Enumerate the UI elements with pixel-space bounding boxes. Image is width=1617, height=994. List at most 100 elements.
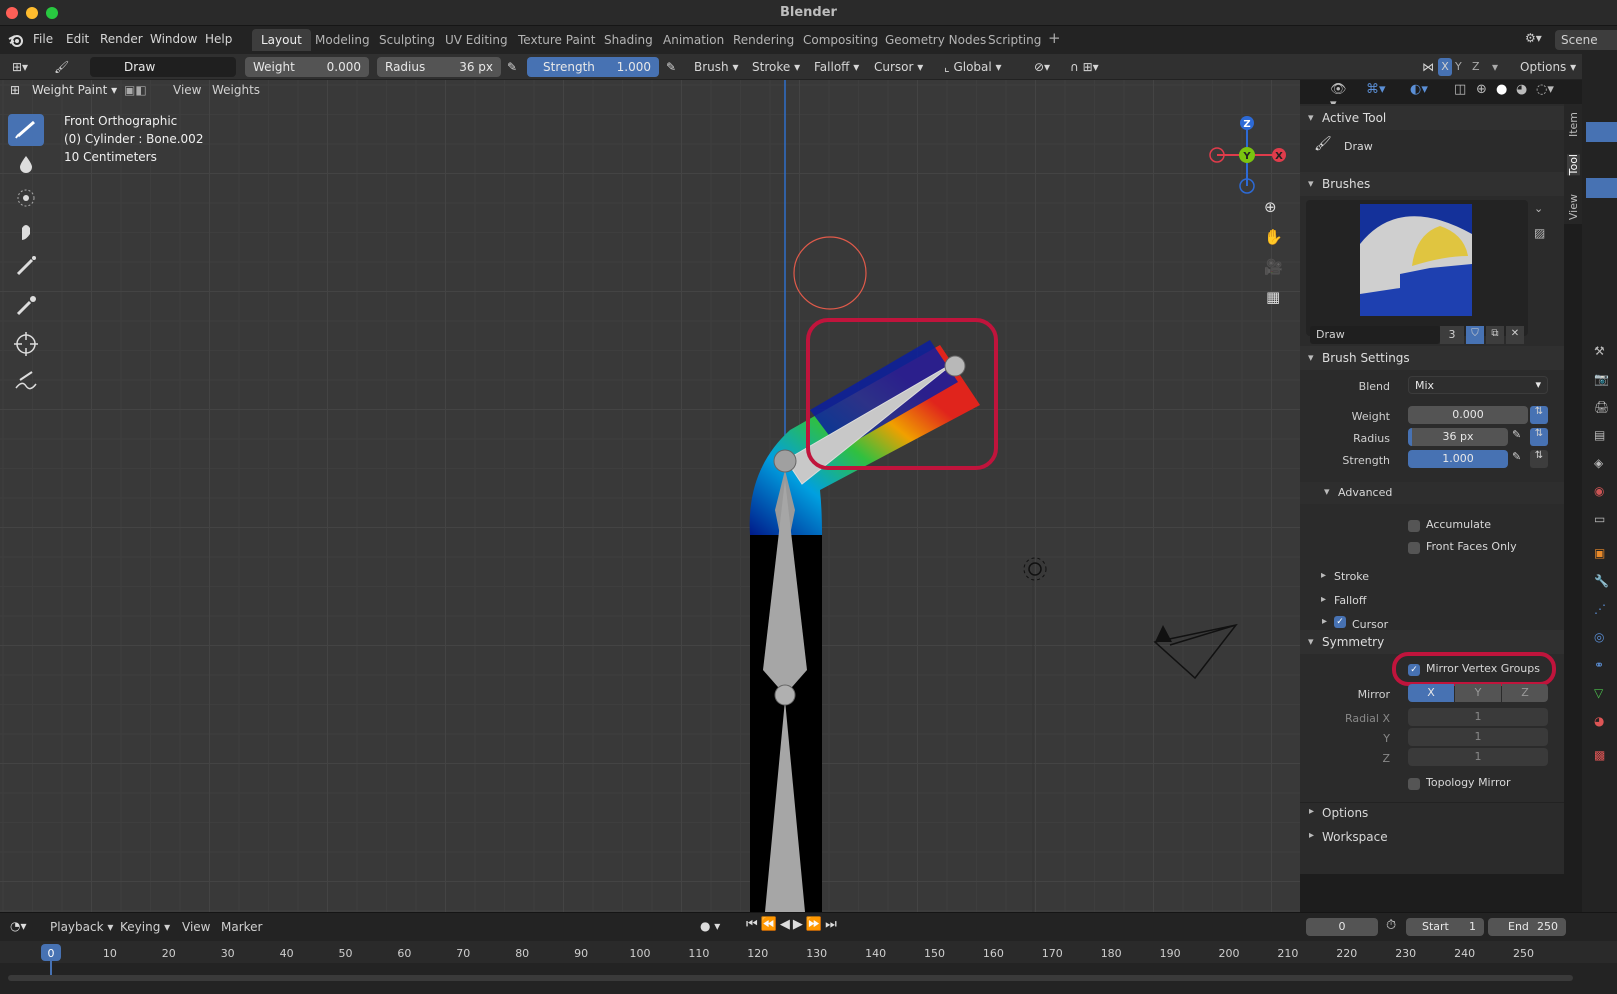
modifier-wrench-icon[interactable]: 🔧 (1594, 574, 1609, 588)
mirror-vertex-groups-checkbox[interactable]: ✓ (1408, 664, 1420, 676)
sidebar-tab-item[interactable]: Item (1567, 112, 1580, 137)
mirror-options-chevron-icon[interactable]: ▾ (1488, 57, 1502, 77)
timeline-editor-type-icon[interactable]: ◔▾ (10, 919, 27, 933)
radius-pressure-setting-icon[interactable]: ✎ (1512, 428, 1521, 441)
properties-active-tab[interactable] (1586, 122, 1617, 142)
symmetry-mirror-z[interactable]: Z (1502, 684, 1548, 702)
radial-y-field[interactable]: 1 (1408, 728, 1548, 746)
scene-props-icon[interactable]: ◈ (1594, 456, 1603, 470)
mirror-x-toggle[interactable]: X (1438, 58, 1452, 76)
symmetry-mirror-y[interactable]: Y (1455, 684, 1501, 702)
tab-shading[interactable]: Shading (595, 29, 662, 51)
snap-icon[interactable]: ∩ ⊞▾ (1066, 57, 1103, 77)
menu-edit[interactable]: Edit (66, 32, 89, 46)
timeline-menu-playback[interactable]: Playback ▾ (50, 920, 113, 934)
shading-solid-icon[interactable]: ● (1496, 82, 1507, 97)
menu-window[interactable]: Window (150, 32, 197, 46)
brush-image-icon[interactable]: ▨ (1534, 226, 1545, 240)
tool-cursor[interactable] (8, 328, 44, 360)
brush-datablock-name[interactable]: Draw (1310, 326, 1440, 344)
physics-icon[interactable]: ◎ (1594, 630, 1604, 644)
bone-head-joint[interactable] (773, 449, 797, 473)
tab-modeling[interactable]: Modeling (306, 29, 379, 51)
tab-rendering[interactable]: Rendering (724, 29, 803, 51)
collection-icon[interactable]: ▭ (1594, 512, 1605, 526)
weight-unified-icon[interactable]: ⇅ (1530, 406, 1548, 424)
scene-selector-icon[interactable]: ⚙▾ (1525, 31, 1542, 45)
tab-animation[interactable]: Animation (654, 29, 733, 51)
tool-props-icon[interactable]: ⚒ (1594, 344, 1605, 358)
brush-user-count[interactable]: 3 (1440, 326, 1464, 344)
current-frame-field[interactable]: 0 (1306, 918, 1378, 936)
gizmo-toggle-icon[interactable]: ⌘▾ (1366, 82, 1386, 97)
bone-lower-joint[interactable] (774, 684, 796, 706)
subpanel-stroke[interactable]: Stroke (1321, 570, 1369, 583)
tab-layout[interactable]: Layout (252, 29, 311, 51)
panel-header-brush-settings[interactable]: Brush Settings (1300, 346, 1564, 370)
particles-icon[interactable]: ⋰ (1594, 602, 1606, 616)
tool-average[interactable] (8, 182, 44, 214)
mirror-z-toggle[interactable]: Z (1472, 60, 1480, 73)
zoom-icon[interactable]: ⊕ (1264, 198, 1277, 216)
falloff-menu[interactable]: Falloff ▾ (810, 57, 863, 77)
duplicate-brush-icon[interactable]: ⧉ (1486, 326, 1504, 344)
radial-z-field[interactable]: 1 (1408, 748, 1548, 766)
view-layer-icon[interactable]: ▤ (1594, 428, 1605, 442)
brush-browse-chevron-icon[interactable]: ⌄ (1534, 202, 1543, 215)
stroke-menu[interactable]: Stroke ▾ (748, 57, 804, 77)
topology-mirror-checkbox[interactable] (1408, 778, 1420, 790)
panel-header-symmetry[interactable]: Symmetry (1300, 630, 1564, 654)
tab-sculpting[interactable]: Sculpting (370, 29, 444, 51)
tab-geometry-nodes[interactable]: Geometry Nodes (876, 29, 995, 51)
ortho-grid-icon[interactable]: ▦ (1266, 288, 1280, 306)
scene-name[interactable]: Scene (1555, 30, 1617, 50)
tool-annotate[interactable] (8, 366, 44, 398)
blend-dropdown[interactable]: Mix ▾ (1408, 376, 1548, 394)
subpanel-advanced[interactable]: ▾ Advanced (1300, 482, 1564, 504)
data-mesh-icon[interactable]: ▽ (1594, 686, 1603, 700)
tab-texture-paint[interactable]: Texture Paint (509, 29, 604, 51)
xray-icon[interactable]: ◫ (1454, 82, 1466, 97)
end-frame-field[interactable]: End 250 (1488, 918, 1566, 936)
radius-unified-icon[interactable]: ⇅ (1530, 428, 1548, 446)
record-keyframe-icon[interactable]: ● ▾ (700, 919, 720, 933)
menu-file[interactable]: File (33, 32, 53, 46)
material-icon[interactable]: ◕ (1594, 714, 1604, 728)
cursor-checkbox[interactable]: ✓ (1334, 616, 1346, 628)
viewport-menu-weights[interactable]: Weights (212, 83, 260, 97)
strength-slider[interactable]: 1.000 (1408, 450, 1508, 468)
subpanel-falloff[interactable]: Falloff (1321, 594, 1367, 607)
tool-sample-weight[interactable] (8, 290, 44, 322)
timeline-scrollbar[interactable] (8, 975, 1573, 981)
strength-pressure-setting-icon[interactable]: ✎ (1512, 450, 1521, 463)
sidebar-tab-tool[interactable]: Tool (1567, 154, 1580, 176)
tool-draw[interactable] (8, 114, 44, 146)
pivot-icon[interactable]: ⊘▾ (1030, 57, 1054, 77)
panel-header-active-tool[interactable]: Active Tool (1300, 106, 1564, 130)
radial-x-field[interactable]: 1 (1408, 708, 1548, 726)
tool-blur[interactable] (8, 148, 44, 180)
mirror-y-toggle[interactable]: Y (1455, 60, 1462, 73)
orientation-dropdown[interactable]: ⌞ Global ▾ (940, 57, 1006, 77)
menu-render[interactable]: Render (100, 32, 143, 46)
camera-view-icon[interactable]: 🎥 (1264, 258, 1283, 276)
tool-gradient[interactable] (8, 250, 44, 282)
playback-controls-icons[interactable]: ⏮⏪◀▶⏩⏭ (746, 917, 840, 932)
strength-unified-icon[interactable]: ⇅ (1530, 450, 1548, 468)
blender-logo-icon[interactable] (7, 31, 25, 49)
navigation-gizmo[interactable]: Z X Y (1200, 108, 1300, 198)
cursor-expand-icon[interactable]: ▸ (1322, 616, 1327, 627)
radius-pressure-icon[interactable]: ✎ (503, 57, 521, 77)
fake-user-shield-icon[interactable]: ⛉ (1466, 326, 1484, 344)
panel-header-workspace[interactable]: Workspace (1309, 830, 1388, 844)
panel-header-options[interactable]: Options (1309, 806, 1368, 820)
texture-icon[interactable]: ▩ (1594, 748, 1605, 762)
unlink-brush-icon[interactable]: ✕ (1506, 326, 1524, 344)
cursor-menu[interactable]: Cursor ▾ (870, 57, 927, 77)
timeline-menu-view[interactable]: View (182, 920, 210, 934)
strength-pressure-icon[interactable]: ✎ (662, 57, 680, 77)
constraints-icon[interactable]: ⚭ (1594, 658, 1604, 672)
mode-dropdown[interactable]: Weight Paint ▾ (32, 83, 117, 97)
brush-menu[interactable]: Brush ▾ (690, 57, 742, 77)
brush-icon[interactable]: 🖌 (50, 57, 73, 77)
